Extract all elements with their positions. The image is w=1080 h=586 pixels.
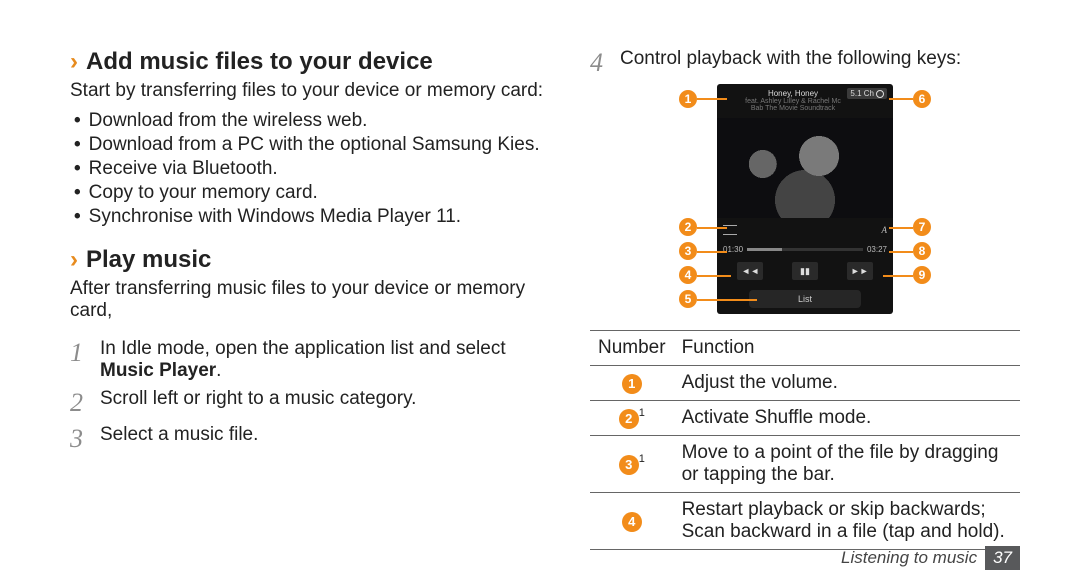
callout-5: 5 — [679, 290, 697, 308]
leader-line — [889, 98, 913, 100]
playback-controls: ◄◄ ▮▮ ►► — [723, 260, 887, 282]
step-number: 1 — [70, 338, 100, 368]
chevron-icon: › — [70, 48, 78, 76]
right-column: 4 Control playback with the following ke… — [590, 48, 1020, 550]
repeat-a-icon: A — [882, 225, 888, 235]
step-number: 2 — [70, 388, 100, 418]
heading-add-music: › Add music files to your device — [70, 48, 550, 76]
row-fn: Move to a point of the file by dragging … — [674, 436, 1020, 493]
intro-add-music: Start by transferring files to your devi… — [70, 80, 550, 102]
step-number: 3 — [70, 424, 100, 454]
time-total: 03:27 — [867, 245, 887, 254]
list-button: List — [749, 290, 861, 308]
row-badge: 3 — [619, 455, 639, 475]
leader-line — [889, 251, 913, 253]
step-row: 4 Control playback with the following ke… — [590, 48, 1020, 78]
album-art — [717, 118, 893, 218]
bullet-item: Download from a PC with the optional Sam… — [70, 134, 550, 156]
step-row: 2 Scroll left or right to a music catego… — [70, 388, 550, 418]
callout-6: 6 — [913, 90, 931, 108]
page-footer: Listening to music 37 — [841, 546, 1020, 570]
bullet-item: Synchronise with Windows Media Player 11… — [70, 206, 550, 228]
step-text: Select a music file. — [100, 424, 550, 446]
row-fn: Restart playback or skip backwards; Scan… — [674, 493, 1020, 550]
callout-1: 1 — [679, 90, 697, 108]
row-badge: 2 — [619, 409, 639, 429]
track-album: Bab The Movie Soundtrack — [751, 105, 835, 112]
leader-line — [889, 227, 913, 229]
callout-9: 9 — [913, 266, 931, 284]
step-post: . — [216, 360, 221, 381]
callout-4: 4 — [679, 266, 697, 284]
leader-line — [697, 299, 757, 301]
leader-line — [883, 275, 913, 277]
bullet-item: Copy to your memory card. — [70, 182, 550, 204]
left-column: › Add music files to your device Start by… — [70, 48, 550, 550]
leader-line — [697, 227, 727, 229]
heading-play-music-text: Play music — [86, 246, 211, 274]
row-badge: 4 — [622, 512, 642, 532]
step-text: Scroll left or right to a music category… — [100, 388, 550, 410]
table-row: 1 Adjust the volume. — [590, 366, 1020, 401]
col-number: Number — [590, 331, 674, 366]
footnote-sup: 1 — [639, 453, 645, 465]
prev-icon: ◄◄ — [737, 262, 763, 280]
table-row: 21 Activate Shuffle mode. — [590, 401, 1020, 436]
next-icon: ►► — [847, 262, 873, 280]
step-row: 3 Select a music file. — [70, 424, 550, 454]
step-text: Control playback with the following keys… — [620, 48, 1020, 70]
col-function: Function — [674, 331, 1020, 366]
row-badge: 1 — [622, 374, 642, 394]
phone-screenshot-wrap: Honey, Honey feat. Ashley Lilley & Rache… — [665, 84, 945, 314]
step-bold: Music Player — [100, 360, 216, 381]
shuffle-repeat-bar: A — [723, 222, 887, 238]
heading-add-music-text: Add music files to your device — [86, 48, 433, 76]
shot-header: Honey, Honey feat. Ashley Lilley & Rache… — [723, 87, 863, 115]
leader-line — [697, 275, 731, 277]
sound-mode-badge: 5.1 Ch — [847, 88, 887, 99]
table-header-row: Number Function — [590, 331, 1020, 366]
function-table: Number Function 1 Adjust the volume. 21 … — [590, 330, 1020, 550]
bullet-item: Receive via Bluetooth. — [70, 158, 550, 180]
table-row: 31 Move to a point of the file by draggi… — [590, 436, 1020, 493]
step-number: 4 — [590, 48, 620, 78]
footer-section: Listening to music — [841, 548, 977, 568]
chevron-icon: › — [70, 246, 78, 274]
progress-bar: 01:30 03:27 — [723, 242, 887, 256]
track-artists: feat. Ashley Lilley & Rachel Mc — [745, 98, 841, 105]
step-pre: In Idle mode, open the application list … — [100, 338, 506, 359]
callout-3: 3 — [679, 242, 697, 260]
callout-8: 8 — [913, 242, 931, 260]
play-music-intro: After transferring music files to your d… — [70, 278, 550, 322]
step-row: 1 In Idle mode, open the application lis… — [70, 338, 550, 382]
add-music-bullets: Download from the wireless web. Download… — [70, 110, 550, 228]
footer-page: 37 — [985, 546, 1020, 570]
heading-play-music: › Play music — [70, 246, 550, 274]
leader-line — [697, 251, 727, 253]
row-fn: Activate Shuffle mode. — [674, 401, 1020, 436]
progress-track — [747, 248, 863, 251]
bullet-item: Download from the wireless web. — [70, 110, 550, 132]
step-text: In Idle mode, open the application list … — [100, 338, 550, 382]
leader-line — [697, 98, 727, 100]
callout-7: 7 — [913, 218, 931, 236]
pause-icon: ▮▮ — [792, 262, 818, 280]
track-title: Honey, Honey — [768, 90, 818, 98]
row-fn: Adjust the volume. — [674, 366, 1020, 401]
music-player-screenshot: Honey, Honey feat. Ashley Lilley & Rache… — [717, 84, 893, 314]
callout-2: 2 — [679, 218, 697, 236]
footnote-sup: 1 — [639, 407, 645, 419]
table-row: 4 Restart playback or skip backwards; Sc… — [590, 493, 1020, 550]
